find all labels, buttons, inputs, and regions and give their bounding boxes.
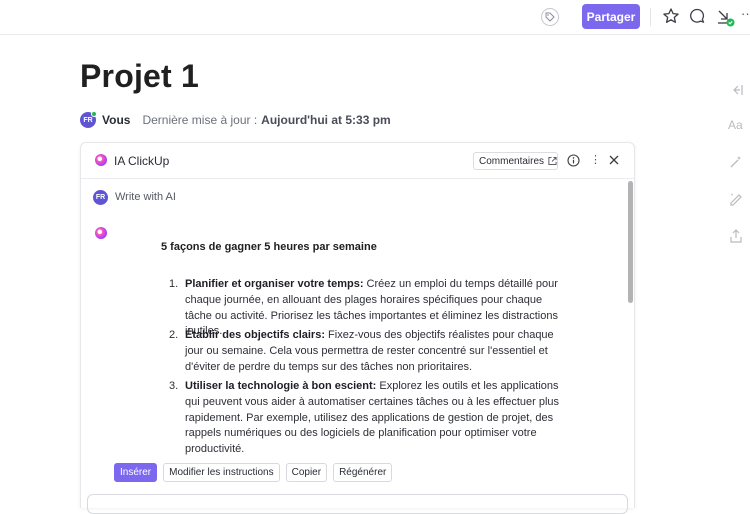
toolbar-divider	[650, 8, 651, 26]
avatar-initials: FR	[95, 193, 106, 201]
ai-response-title: 5 façons de gagner 5 heures par semaine	[161, 241, 377, 253]
list-item-heading: Établir des objectifs clairs:	[185, 329, 325, 341]
ai-panel-header: IA ClickUp Commentaires ⋮	[81, 143, 634, 179]
insert-button[interactable]: Insérer	[114, 463, 158, 482]
ellipsis-icon[interactable]: ···	[741, 6, 750, 26]
clickup-ai-response-icon	[95, 227, 107, 239]
ai-prompt-text: Write with AI	[115, 191, 176, 203]
updated-label: Dernière mise à jour :	[142, 113, 258, 127]
ai-prompt-row: FR Write with AI	[93, 189, 176, 205]
export-icon[interactable]	[728, 228, 746, 246]
list-item: 3. Utiliser la technologie à bon escient…	[169, 379, 565, 458]
info-icon[interactable]	[567, 154, 580, 167]
tag-icon[interactable]	[541, 8, 559, 26]
list-item-heading: Planifier et organiser votre temps:	[185, 278, 364, 290]
ai-panel-title: IA ClickUp	[114, 154, 170, 168]
list-item-heading: Utiliser la technologie à bon escient:	[185, 380, 377, 392]
edit-instructions-button[interactable]: Modifier les instructions	[163, 463, 280, 482]
ai-input-field[interactable]	[87, 494, 628, 514]
collapse-left-icon[interactable]	[728, 82, 746, 100]
list-item-number: 2.	[169, 329, 179, 341]
regenerate-button[interactable]: Régénérer	[333, 463, 393, 482]
share-button[interactable]: Partager	[582, 4, 640, 29]
ai-edit-icon[interactable]	[728, 190, 746, 208]
list-item-number: 1.	[169, 278, 179, 290]
comments-button[interactable]: Commentaires	[473, 152, 558, 170]
kebab-menu-icon[interactable]: ⋮	[590, 153, 601, 169]
updated-value: Aujourd'hui at 5:33 pm	[261, 113, 391, 127]
magic-wand-icon[interactable]	[728, 154, 746, 172]
comments-label: Commentaires	[479, 155, 545, 167]
star-icon[interactable]	[662, 7, 680, 25]
clickup-ai-icon	[95, 154, 107, 166]
list-item: 2. Établir des objectifs clairs: Fixez-v…	[169, 328, 565, 375]
scrollbar-thumb[interactable]	[628, 181, 633, 303]
top-bar: Partager ···	[0, 0, 750, 35]
text-format-icon[interactable]: Aa	[728, 118, 746, 136]
external-link-icon	[548, 156, 557, 166]
chat-icon[interactable]	[688, 7, 706, 25]
avatar-initials: FR	[83, 116, 93, 124]
online-indicator	[91, 111, 97, 117]
ai-panel: IA ClickUp Commentaires ⋮ FR Write with …	[80, 142, 635, 514]
ai-actions: Insérer Modifier les instructions Copier…	[114, 463, 398, 482]
page-meta: FR Vous Dernière mise à jour : Aujourd'h…	[80, 111, 391, 129]
list-item-number: 3.	[169, 380, 179, 392]
copy-button[interactable]: Copier	[285, 463, 328, 482]
download-check-icon[interactable]	[714, 7, 736, 29]
prompt-avatar: FR	[93, 189, 108, 205]
close-icon[interactable]	[607, 153, 621, 167]
page-title: Projet 1	[80, 58, 199, 94]
author-name: Vous	[102, 113, 131, 127]
avatar[interactable]: FR	[80, 111, 97, 128]
